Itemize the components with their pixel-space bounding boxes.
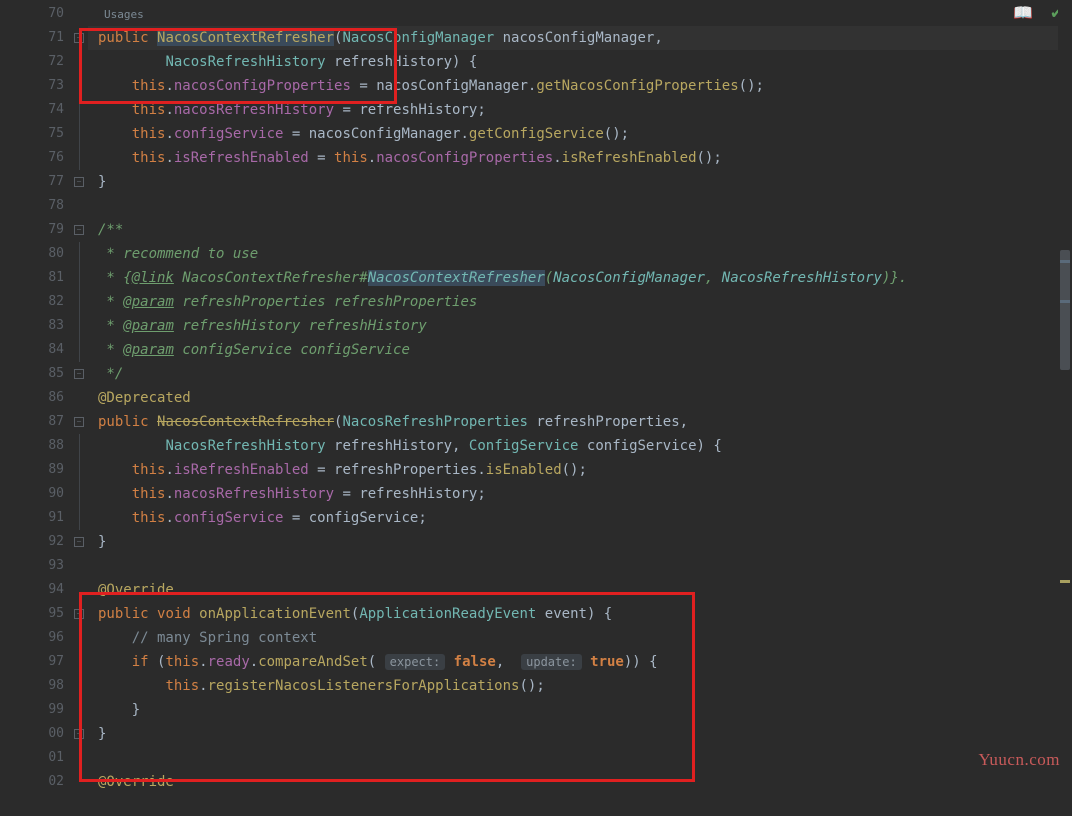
fold-toggle[interactable]: −	[74, 729, 84, 739]
code-line[interactable]: public NacosContextRefresher(NacosRefres…	[88, 410, 1072, 434]
code-line[interactable]: * @param refreshProperties refreshProper…	[88, 290, 1072, 314]
fold-gutter[interactable]: − − − − − − − −	[70, 0, 88, 816]
code-line[interactable]: @Override	[88, 770, 1072, 794]
param-hint: update:	[521, 654, 582, 670]
code-line[interactable]: NacosRefreshHistory refreshHistory, Conf…	[88, 434, 1072, 458]
vertical-scrollbar[interactable]	[1058, 0, 1072, 816]
code-line[interactable]: }	[88, 530, 1072, 554]
line-number: 79	[0, 218, 64, 242]
code-line[interactable]: public NacosContextRefresher(NacosConfig…	[88, 26, 1072, 50]
line-number: 86	[0, 386, 64, 410]
param-hint: expect:	[385, 654, 446, 670]
line-number: 73	[0, 74, 64, 98]
editor[interactable]: 70 71@ 72 73 74 75 76 77 78 79 80 81 82 …	[0, 0, 1072, 816]
line-number: 81	[0, 266, 64, 290]
code-line[interactable]: /**	[88, 218, 1072, 242]
code-line[interactable]: this.configService = nacosConfigManager.…	[88, 122, 1072, 146]
scroll-marker	[1060, 260, 1070, 263]
line-number: 97	[0, 650, 64, 674]
line-number: 89	[0, 458, 64, 482]
scroll-marker	[1060, 300, 1070, 303]
line-number: 87@	[0, 410, 64, 434]
code-line[interactable]: * recommend to use	[88, 242, 1072, 266]
code-area[interactable]: Usages public NacosContextRefresher(Naco…	[88, 0, 1072, 816]
code-line[interactable]: * @param configService configService	[88, 338, 1072, 362]
code-line[interactable]: if (this.ready.compareAndSet( expect: fa…	[88, 650, 1072, 674]
line-number: 85	[0, 362, 64, 386]
line-number: 98	[0, 674, 64, 698]
code-line[interactable]: */	[88, 362, 1072, 386]
scroll-marker	[1060, 580, 1070, 583]
line-number: 95⬆	[0, 602, 64, 626]
line-number: 93	[0, 554, 64, 578]
line-number-gutter[interactable]: 70 71@ 72 73 74 75 76 77 78 79 80 81 82 …	[0, 0, 70, 816]
line-number: 99	[0, 698, 64, 722]
usages-inlay[interactable]: Usages	[98, 8, 144, 21]
fold-toggle[interactable]: −	[74, 537, 84, 547]
code-line[interactable]: public void onApplicationEvent(Applicati…	[88, 602, 1072, 626]
code-line[interactable]: this.nacosRefreshHistory = refreshHistor…	[88, 98, 1072, 122]
fold-toggle[interactable]: −	[74, 177, 84, 187]
code-line[interactable]: * @param refreshHistory refreshHistory	[88, 314, 1072, 338]
line-number: 83	[0, 314, 64, 338]
line-number: 71@	[0, 26, 64, 50]
line-number: 75	[0, 122, 64, 146]
code-line[interactable]: this.isRefreshEnabled = this.nacosConfig…	[88, 146, 1072, 170]
code-line[interactable]: this.registerNacosListenersForApplicatio…	[88, 674, 1072, 698]
code-line[interactable]: * {@link NacosContextRefresher#NacosCont…	[88, 266, 1072, 290]
editor-top-icons: 📖 ✔	[1013, 0, 1062, 24]
line-number: 90	[0, 482, 64, 506]
line-number: 77	[0, 170, 64, 194]
code-line[interactable]: this.nacosConfigProperties = nacosConfig…	[88, 74, 1072, 98]
fold-toggle[interactable]: −	[74, 369, 84, 379]
line-number: 96	[0, 626, 64, 650]
fold-toggle[interactable]: −	[74, 225, 84, 235]
selection-highlight: NacosContextRefresher	[157, 30, 334, 46]
code-line[interactable]: this.nacosRefreshHistory = refreshHistor…	[88, 482, 1072, 506]
code-line[interactable]: }	[88, 698, 1072, 722]
line-number: 76	[0, 146, 64, 170]
line-number: 88	[0, 434, 64, 458]
code-line[interactable]: @Override	[88, 578, 1072, 602]
code-line[interactable]: NacosRefreshHistory refreshHistory) {	[88, 50, 1072, 74]
line-number: 78	[0, 194, 64, 218]
line-number: 82	[0, 290, 64, 314]
reader-mode-icon[interactable]: 📖	[1013, 3, 1033, 22]
fold-toggle[interactable]: −	[74, 417, 84, 427]
line-number: 72	[0, 50, 64, 74]
line-number: 02	[0, 770, 64, 794]
line-number: 91	[0, 506, 64, 530]
fold-toggle[interactable]: −	[74, 609, 84, 619]
line-number: 92	[0, 530, 64, 554]
line-number: 94	[0, 578, 64, 602]
line-number: 74	[0, 98, 64, 122]
code-line[interactable]: // many Spring context	[88, 626, 1072, 650]
code-line[interactable]: @Deprecated	[88, 386, 1072, 410]
code-line[interactable]: }	[88, 722, 1072, 746]
fold-toggle[interactable]: −	[74, 33, 84, 43]
line-number: 84	[0, 338, 64, 362]
watermark: Yuucn.com	[979, 750, 1060, 770]
code-line[interactable]: }	[88, 170, 1072, 194]
scroll-thumb[interactable]	[1060, 250, 1070, 370]
line-number: 70	[0, 2, 64, 26]
line-number: 80	[0, 242, 64, 266]
line-number: 01	[0, 746, 64, 770]
code-line[interactable]: this.configService = configService;	[88, 506, 1072, 530]
code-line[interactable]: this.isRefreshEnabled = refreshPropertie…	[88, 458, 1072, 482]
line-number: 00	[0, 722, 64, 746]
